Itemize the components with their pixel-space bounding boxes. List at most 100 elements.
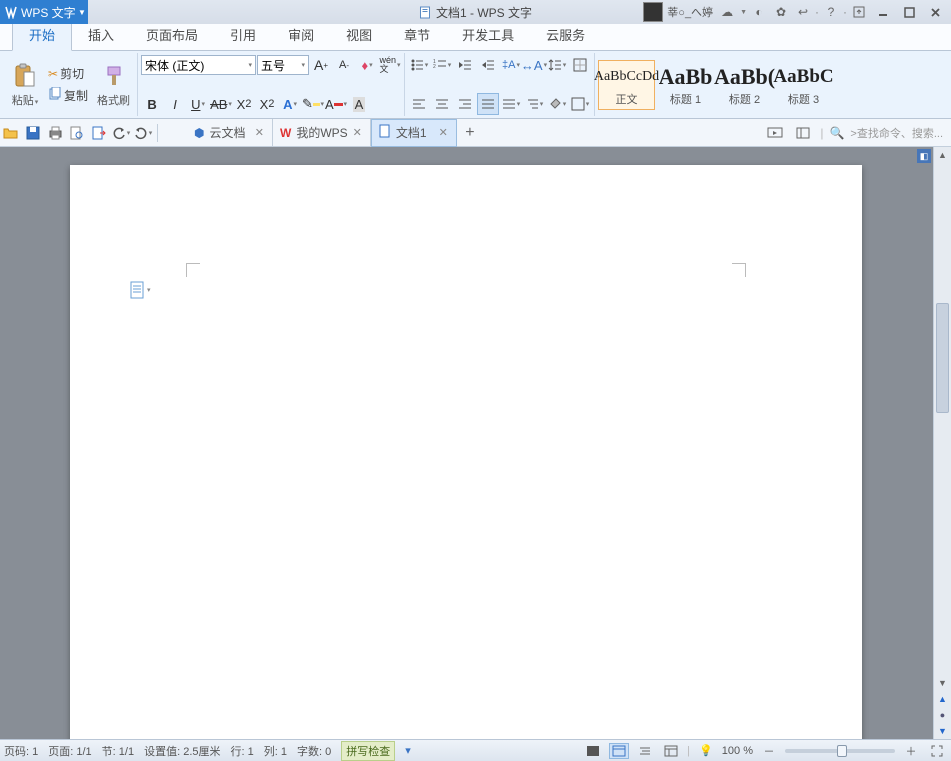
close-tab-icon[interactable]: ✕ — [439, 126, 448, 139]
user-avatar[interactable] — [643, 2, 663, 22]
search-hint[interactable]: >查找命令、搜索... — [850, 125, 943, 141]
shading-button[interactable]: ▾ — [546, 93, 568, 115]
decrease-indent-button[interactable] — [454, 54, 476, 76]
paste-button[interactable]: 粘贴▾ — [7, 60, 43, 110]
doctab-doc1[interactable]: 文档1 ✕ — [371, 119, 457, 147]
tab-references[interactable]: 引用 — [214, 20, 272, 50]
undo-title-icon[interactable]: ↩ — [793, 2, 813, 22]
font-size-select[interactable]: 五号▾ — [257, 55, 309, 75]
scroll-track[interactable] — [934, 163, 951, 675]
scroll-thumb[interactable] — [936, 303, 949, 413]
eye-protect-button[interactable]: 💡 — [696, 743, 716, 759]
status-pagecode[interactable]: 页码: 1 — [4, 743, 38, 759]
status-words[interactable]: 字数: 0 — [297, 743, 331, 759]
align-justify-button[interactable] — [477, 93, 499, 115]
close-tab-icon[interactable]: ✕ — [255, 126, 264, 139]
doctab-mywps[interactable]: W 我的WPS ✕ — [273, 119, 371, 147]
tab-settings-button[interactable]: ▾ — [523, 93, 545, 115]
spell-check-button[interactable]: 拼写检查 — [341, 741, 395, 761]
next-page-button[interactable]: ▼ — [934, 723, 951, 739]
align-center-button[interactable] — [431, 93, 453, 115]
browse-object-button[interactable]: ● — [934, 707, 951, 723]
new-tab-button[interactable]: + — [457, 119, 483, 147]
zoom-in-button[interactable]: ＋ — [901, 743, 921, 759]
search-icon[interactable]: 🔍 — [829, 126, 844, 140]
app-menu-dropdown[interactable]: ▼ — [76, 0, 88, 24]
doctab-cloud[interactable]: ⬢ 云文档 ✕ — [187, 119, 273, 147]
subscript-button[interactable]: X2 — [256, 93, 278, 115]
export-pdf-button[interactable] — [88, 122, 110, 144]
status-section[interactable]: 节: 1/1 — [102, 743, 134, 759]
fit-page-button[interactable] — [927, 743, 947, 759]
skin-icon[interactable]: ◐ — [749, 2, 769, 22]
page[interactable]: ▾ — [70, 165, 862, 739]
document-canvas[interactable]: ◧ ▾ — [0, 147, 933, 739]
status-page[interactable]: 页面: 1/1 — [48, 743, 91, 759]
text-effect-button[interactable]: A▾ — [279, 93, 301, 115]
style-heading1[interactable]: AaBb 标题 1 — [657, 60, 714, 110]
tab-view[interactable]: 视图 — [330, 20, 388, 50]
style-normal[interactable]: AaBbCcDd 正文 — [598, 60, 655, 110]
font-name-select[interactable]: 宋体 (正文)▾ — [141, 55, 256, 75]
view-web-button[interactable] — [661, 743, 681, 759]
undo-button[interactable]: ▾ — [110, 122, 132, 144]
tab-cloud[interactable]: 云服务 — [530, 20, 601, 50]
zoom-knob[interactable] — [837, 745, 847, 757]
view-page-button[interactable] — [609, 743, 629, 759]
zoom-value[interactable]: 100 % — [722, 745, 753, 757]
nav-pane-toggle[interactable]: ◧ — [917, 149, 931, 163]
close-button[interactable] — [923, 2, 947, 22]
username[interactable]: 莘○_へ婷 — [665, 4, 715, 20]
prev-page-button[interactable]: ▲ — [934, 691, 951, 707]
increase-font-button[interactable]: A+ — [310, 54, 332, 76]
borders-button[interactable] — [569, 54, 591, 76]
save-button[interactable] — [22, 122, 44, 144]
superscript-button[interactable]: X2 — [233, 93, 255, 115]
app-badge[interactable]: WPS 文字 — [0, 0, 76, 24]
line-spacing-button[interactable]: ▾ — [546, 54, 568, 76]
font-color-button[interactable]: A▾ — [325, 93, 347, 115]
tab-developer[interactable]: 开发工具 — [446, 20, 530, 50]
help-icon[interactable]: ? — [821, 2, 841, 22]
distribute-button[interactable]: ▾ — [500, 93, 522, 115]
para-border-button[interactable]: ▾ — [569, 93, 591, 115]
phonetic-guide-button[interactable]: wén文▾ — [379, 54, 401, 76]
maximize-button[interactable] — [897, 2, 921, 22]
zoom-slider[interactable] — [785, 749, 895, 753]
screen-present-button[interactable] — [764, 122, 786, 144]
char-scale-button[interactable]: ↔A▾ — [523, 54, 545, 76]
numbering-button[interactable]: 12▾ — [431, 54, 453, 76]
char-shading-button[interactable]: A — [348, 93, 370, 115]
strikethrough-button[interactable]: AB▾ — [210, 93, 232, 115]
increase-indent-button[interactable] — [477, 54, 499, 76]
style-heading3[interactable]: AaBbC 标题 3 — [775, 60, 832, 110]
tab-pagelayout[interactable]: 页面布局 — [130, 20, 214, 50]
status-col[interactable]: 列: 1 — [264, 743, 287, 759]
align-right-button[interactable] — [454, 93, 476, 115]
close-tab-icon[interactable]: ✕ — [353, 126, 362, 139]
tab-review[interactable]: 审阅 — [272, 20, 330, 50]
feedback-icon[interactable]: ✿ — [771, 2, 791, 22]
bold-button[interactable]: B — [141, 93, 163, 115]
status-row[interactable]: 行: 1 — [231, 743, 254, 759]
status-position[interactable]: 设置值: 2.5厘米 — [144, 743, 220, 759]
minimize-button[interactable] — [871, 2, 895, 22]
format-painter-button[interactable]: 格式刷 — [93, 60, 134, 110]
copy-button[interactable]: 复制 — [45, 86, 91, 106]
print-preview-button[interactable] — [66, 122, 88, 144]
print-button[interactable] — [44, 122, 66, 144]
cloud-icon[interactable]: ☁ — [717, 2, 737, 22]
redo-button[interactable]: ▾ — [132, 122, 154, 144]
highlight-button[interactable]: ✎▾ — [302, 93, 324, 115]
tab-section[interactable]: 章节 — [388, 20, 446, 50]
view-outline-button[interactable] — [635, 743, 655, 759]
cut-button[interactable]: ✂剪切 — [45, 64, 91, 84]
scroll-up-button[interactable]: ▲ — [934, 147, 951, 163]
text-direction-button[interactable]: ‡A▾ — [500, 54, 522, 76]
view-mode-button[interactable] — [792, 122, 814, 144]
tab-insert[interactable]: 插入 — [72, 20, 130, 50]
bullets-button[interactable]: ▾ — [408, 54, 430, 76]
scroll-down-button[interactable]: ▼ — [934, 675, 951, 691]
vertical-scrollbar[interactable]: ▲ ▼ ▲ ● ▼ — [933, 147, 951, 739]
style-heading2[interactable]: AaBb( 标题 2 — [716, 60, 773, 110]
